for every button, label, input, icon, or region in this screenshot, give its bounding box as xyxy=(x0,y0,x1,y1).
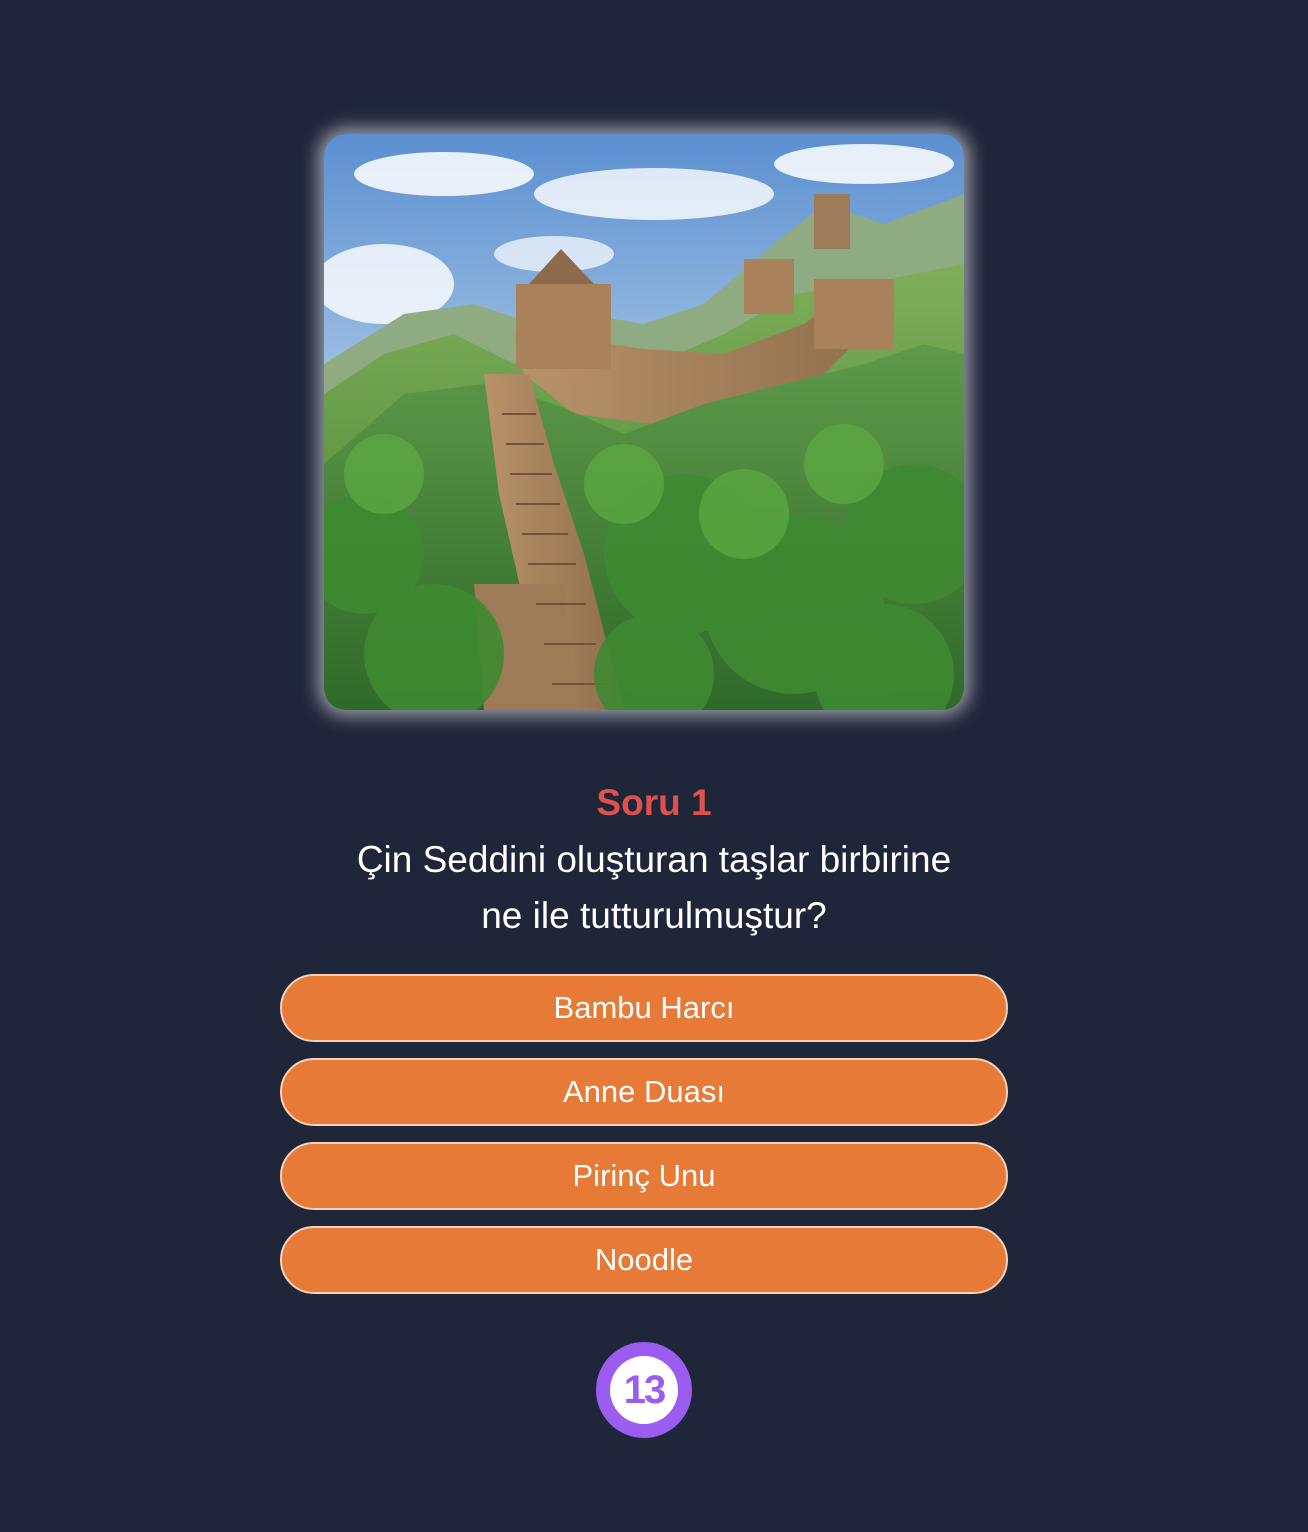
countdown-timer: 13 xyxy=(596,1342,692,1438)
great-wall-image xyxy=(324,134,964,710)
answer-button-2[interactable]: Anne Duası xyxy=(280,1058,1008,1126)
answer-button-4[interactable]: Noodle xyxy=(280,1226,1008,1294)
question-number: Soru 1 xyxy=(596,782,712,823)
question-text: Çin Seddini oluşturan taşlar birbirine n… xyxy=(356,839,952,936)
quiz-page: Soru 1 Çin Seddini oluşturan taşlar birb… xyxy=(0,0,1308,1532)
timer-value: 13 xyxy=(610,1356,678,1424)
answer-button-1[interactable]: Bambu Harcı xyxy=(280,974,1008,1042)
answer-list: Bambu Harcı Anne Duası Pirinç Unu Noodle xyxy=(280,974,1008,1310)
answer-button-3[interactable]: Pirinç Unu xyxy=(280,1142,1008,1210)
